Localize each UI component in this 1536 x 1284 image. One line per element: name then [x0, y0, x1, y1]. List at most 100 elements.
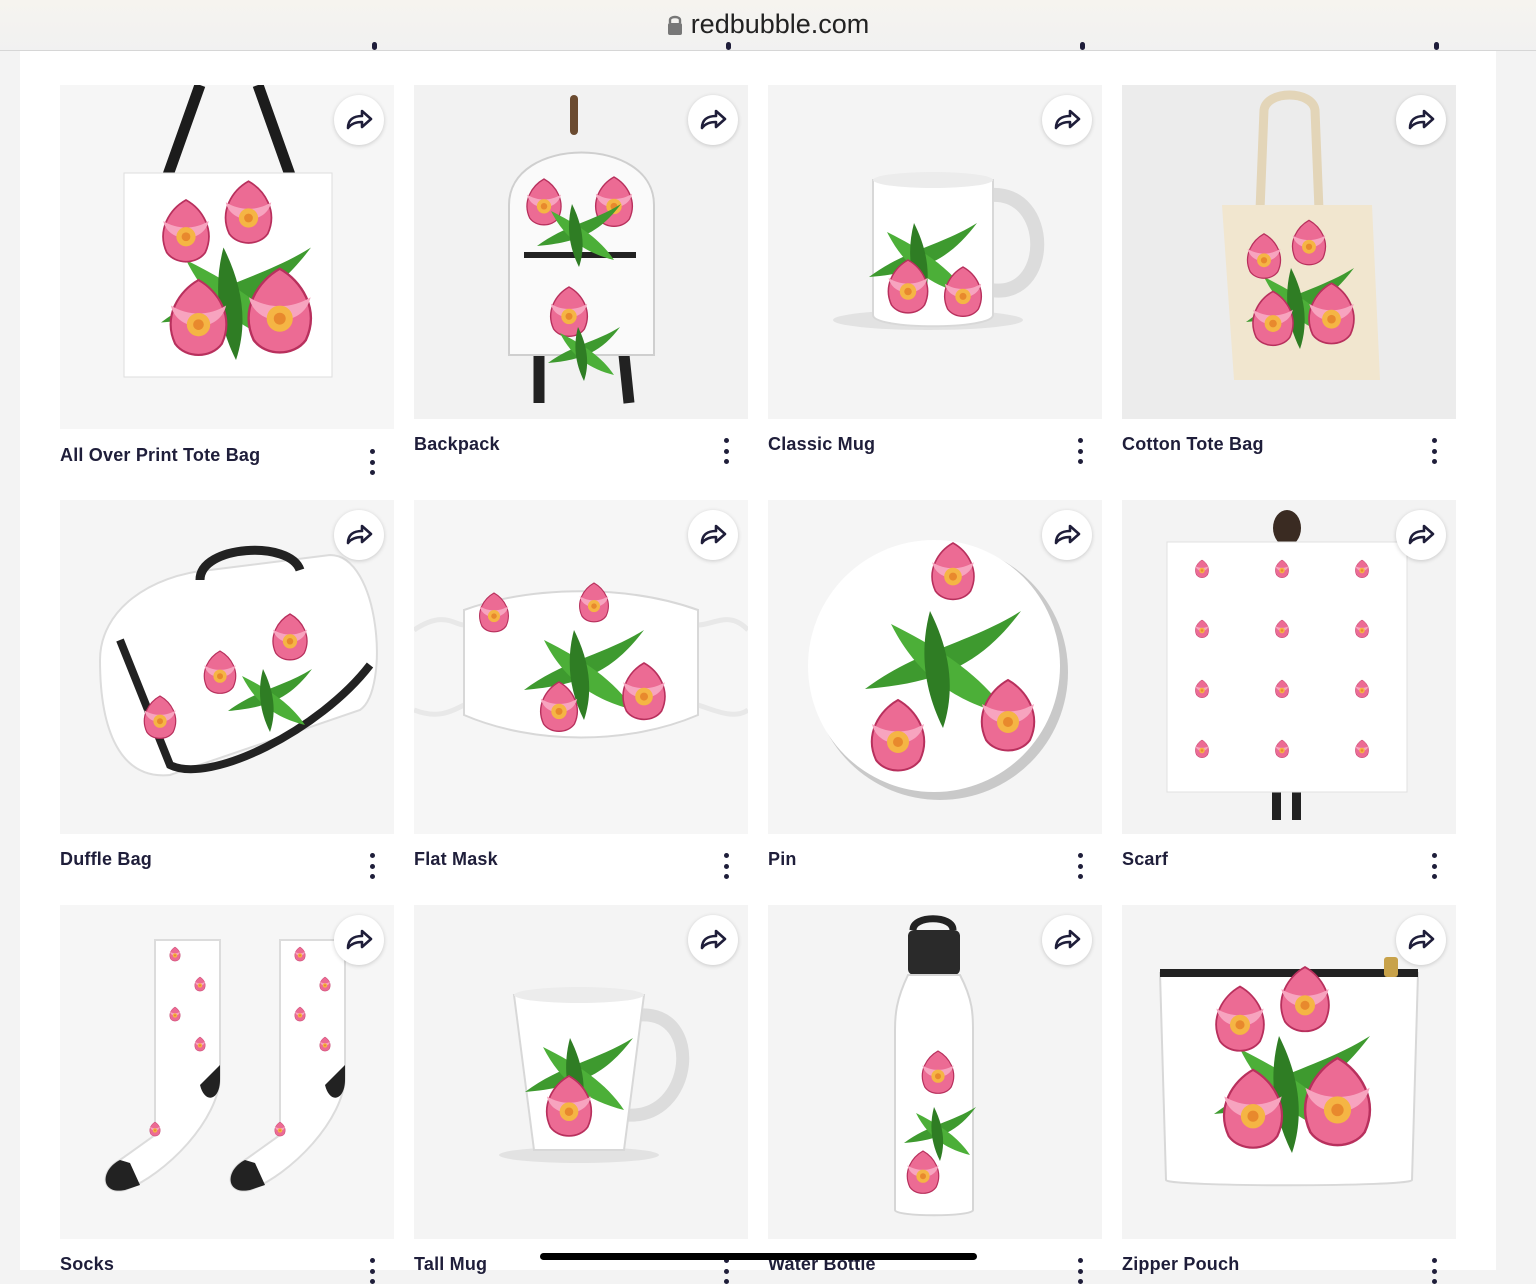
previous-row-more-dot	[1080, 42, 1085, 50]
more-options-button[interactable]	[1070, 438, 1090, 464]
more-dot	[369, 459, 375, 465]
more-dot	[1431, 853, 1437, 858]
share-arrow-icon	[1408, 524, 1435, 545]
more-dot	[1431, 1268, 1437, 1274]
more-dot	[1077, 863, 1083, 869]
product-title[interactable]: Flat Mask	[414, 849, 498, 870]
more-dot	[1077, 853, 1083, 858]
product-title[interactable]: Scarf	[1122, 849, 1168, 870]
more-options-button[interactable]	[1424, 1258, 1444, 1284]
share-button[interactable]	[334, 915, 384, 965]
previous-row-more-dot	[372, 42, 377, 50]
more-dot	[1077, 448, 1083, 454]
product-title[interactable]: Backpack	[414, 434, 500, 455]
more-dot	[723, 459, 729, 464]
share-button[interactable]	[1396, 510, 1446, 560]
more-dot	[1431, 438, 1437, 443]
product-image[interactable]	[1122, 500, 1456, 834]
share-button[interactable]	[334, 510, 384, 560]
product-image[interactable]	[414, 85, 748, 419]
more-dot	[723, 863, 729, 869]
more-dot	[1077, 1279, 1083, 1284]
product-title[interactable]: Tall Mug	[414, 1254, 487, 1275]
more-dot	[723, 874, 729, 879]
more-dot	[369, 874, 375, 879]
product-image[interactable]	[768, 500, 1102, 834]
more-dot	[1431, 1258, 1437, 1263]
more-dot	[1077, 874, 1083, 879]
share-arrow-icon	[700, 524, 727, 545]
more-options-button[interactable]	[362, 449, 382, 475]
product-title[interactable]: Classic Mug	[768, 434, 875, 455]
product-title[interactable]: Socks	[60, 1254, 114, 1275]
more-dot	[369, 1279, 375, 1284]
more-dot	[369, 1258, 375, 1263]
more-dot	[369, 470, 375, 475]
share-button[interactable]	[1042, 915, 1092, 965]
share-arrow-icon	[1054, 929, 1081, 950]
share-arrow-icon	[700, 929, 727, 950]
more-options-button[interactable]	[362, 1258, 382, 1284]
more-options-button[interactable]	[716, 1258, 736, 1284]
share-button[interactable]	[688, 95, 738, 145]
product-grid-page: All Over Print Tote Bag Backpack Classic…	[20, 50, 1496, 1284]
more-dot	[1431, 459, 1437, 464]
share-button[interactable]	[688, 915, 738, 965]
more-dot	[723, 1268, 729, 1274]
product-image[interactable]	[768, 905, 1102, 1239]
previous-row-more-dot	[726, 42, 731, 50]
browser-address-bar[interactable]: redbubble.com	[0, 0, 1536, 51]
home-indicator[interactable]	[540, 1253, 977, 1260]
more-dot	[723, 1279, 729, 1284]
product-image[interactable]	[768, 85, 1102, 419]
share-arrow-icon	[1054, 524, 1081, 545]
share-button[interactable]	[1396, 915, 1446, 965]
product-title[interactable]: Cotton Tote Bag	[1122, 434, 1264, 455]
more-dot	[1077, 1258, 1083, 1263]
more-options-button[interactable]	[716, 438, 736, 464]
share-arrow-icon	[1054, 109, 1081, 130]
share-arrow-icon	[700, 109, 727, 130]
product-image[interactable]	[414, 500, 748, 834]
product-image[interactable]	[1122, 905, 1456, 1239]
product-title[interactable]: Duffle Bag	[60, 849, 152, 870]
lock-icon	[667, 15, 682, 35]
more-dot	[1077, 1268, 1083, 1274]
more-dot	[1431, 448, 1437, 454]
previous-row-more-dot	[1434, 42, 1439, 50]
share-arrow-icon	[346, 929, 373, 950]
more-options-button[interactable]	[716, 853, 736, 879]
url-display[interactable]: redbubble.com	[0, 8, 1536, 40]
more-options-button[interactable]	[1070, 853, 1090, 879]
more-options-button[interactable]	[1424, 853, 1444, 879]
share-arrow-icon	[346, 524, 373, 545]
share-arrow-icon	[1408, 929, 1435, 950]
more-dot	[369, 853, 375, 858]
product-image[interactable]	[414, 905, 748, 1239]
more-dot	[369, 449, 375, 454]
product-title[interactable]: Zipper Pouch	[1122, 1254, 1239, 1275]
share-button[interactable]	[334, 95, 384, 145]
more-dot	[723, 853, 729, 858]
share-button[interactable]	[1042, 510, 1092, 560]
share-button[interactable]	[1042, 95, 1092, 145]
share-button[interactable]	[1396, 95, 1446, 145]
product-image[interactable]	[60, 500, 394, 834]
share-arrow-icon	[346, 109, 373, 130]
product-title[interactable]: All Over Print Tote Bag	[60, 445, 260, 466]
more-options-button[interactable]	[1424, 438, 1444, 464]
product-title[interactable]: Pin	[768, 849, 797, 870]
more-dot	[1431, 863, 1437, 869]
product-image[interactable]	[60, 905, 394, 1239]
url-text: redbubble.com	[690, 9, 870, 39]
more-dot	[1431, 1279, 1437, 1284]
product-image[interactable]	[60, 85, 394, 429]
more-dot	[369, 1268, 375, 1274]
share-button[interactable]	[688, 510, 738, 560]
share-arrow-icon	[1408, 109, 1435, 130]
more-dot	[1077, 438, 1083, 443]
more-options-button[interactable]	[1070, 1258, 1090, 1284]
more-options-button[interactable]	[362, 853, 382, 879]
product-image[interactable]	[1122, 85, 1456, 419]
more-dot	[1077, 459, 1083, 464]
